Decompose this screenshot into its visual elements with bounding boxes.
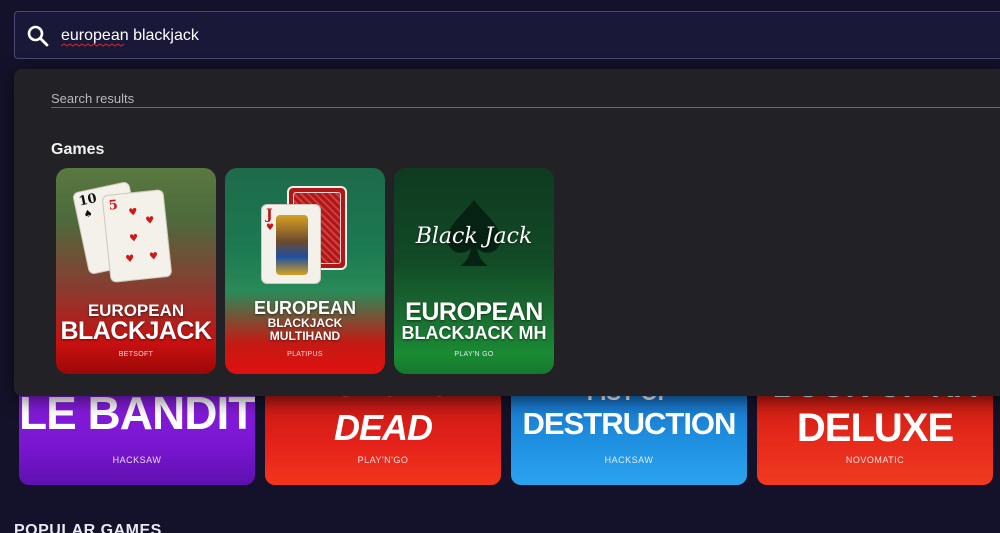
search-results-label: Search results: [51, 91, 135, 106]
game-title-line3: MULTIHAND: [269, 329, 341, 343]
card-rank: J: [266, 207, 273, 223]
game-tile-legacy-of-dead[interactable]: LEGACY OF DEAD PLAY'N'GO: [265, 386, 501, 485]
game-tile-book-of-ra-deluxe[interactable]: BOOK OF RA DELUXE NOVOMATIC: [757, 386, 993, 485]
game-provider: BETSOFT: [118, 351, 154, 358]
divider: [51, 107, 1000, 108]
search-input[interactable]: [61, 25, 661, 47]
game-provider: HACKSAW: [112, 455, 162, 465]
game-card-european-blackjack-mh[interactable]: Black Jack EUROPEAN BLACKJACK MH PLAY'N …: [394, 168, 554, 374]
game-title-line1: EUROPEAN: [253, 298, 356, 318]
game-title: DELUXE: [796, 406, 954, 450]
spellcheck-underline: [61, 43, 124, 47]
game-title: DESTRUCTION: [522, 406, 737, 441]
game-provider: NOVOMATIC: [845, 455, 905, 465]
playing-card-icon: J ♥: [261, 204, 321, 284]
game-title: DEAD: [333, 407, 433, 448]
search-results-dropdown: Search results Games 10 ♠ 5 ♥ ♥ ♥ ♥ ♥ EU…: [14, 69, 1000, 396]
game-provider: PLAY'N'GO: [357, 455, 409, 465]
card-rank: 5: [107, 197, 119, 214]
search-icon[interactable]: [26, 24, 50, 48]
game-provider: PLATIPUS: [287, 351, 323, 358]
game-provider: HACKSAW: [604, 455, 654, 465]
game-title-line2: BLACKJACK: [60, 317, 212, 345]
game-title-line2: BLACKJACK: [267, 316, 343, 330]
game-tile-le-bandit[interactable]: LE BANDIT HACKSAW: [19, 386, 255, 485]
game-title-line1: EUROPEAN: [405, 298, 543, 326]
game-title-line2: BLACKJACK MH: [401, 323, 547, 343]
game-card-european-blackjack-multihand[interactable]: J ♥ EUROPEAN BLACKJACK MULTIHAND PLATIPU…: [225, 168, 385, 374]
section-heading-popular: POPULAR GAMES: [14, 522, 162, 533]
game-provider: PLAY'N GO: [454, 351, 494, 358]
playing-card-icon: 5 ♥ ♥ ♥ ♥ ♥: [101, 189, 173, 283]
game-tile-fist-of-destruction[interactable]: FIST OF DESTRUCTION HACKSAW: [511, 386, 747, 485]
game-card-european-blackjack-betsoft[interactable]: 10 ♠ 5 ♥ ♥ ♥ ♥ ♥ EUROPEAN BLACKJACK BETS…: [56, 168, 216, 374]
game-title: LE BANDIT: [19, 387, 255, 439]
game-script-title: Black Jack: [415, 224, 533, 249]
card-rank: 10: [77, 191, 99, 210]
games-heading: Games: [51, 141, 105, 158]
